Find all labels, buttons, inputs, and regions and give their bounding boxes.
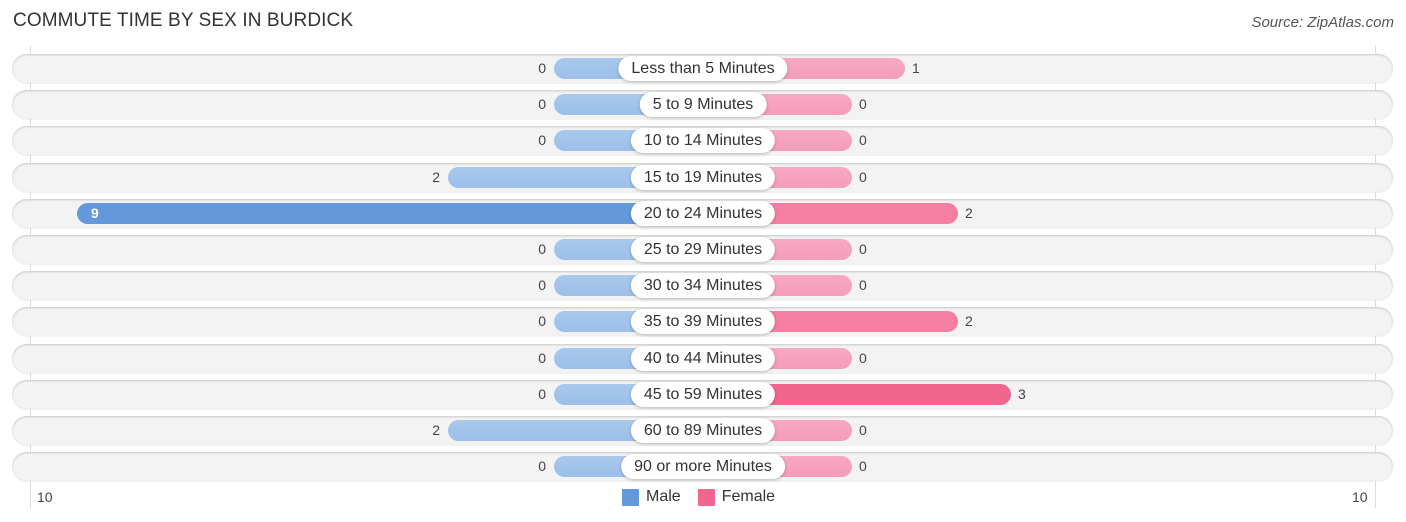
category-label: 35 to 39 Minutes (630, 309, 776, 335)
value-label-female: 0 (859, 277, 867, 294)
axis-label-right: 10 (1352, 489, 1368, 505)
value-label-male: 0 (538, 349, 546, 366)
value-label-female: 0 (859, 349, 867, 366)
bar-male[interactable] (77, 202, 703, 224)
value-label-male: 0 (538, 60, 546, 76)
value-label-male: 0 (538, 132, 546, 149)
legend-swatch-female (697, 488, 715, 506)
value-label-male: 2 (432, 422, 440, 438)
legend-swatch-male (622, 488, 639, 506)
value-label-female: 2 (965, 313, 973, 330)
legend-label-female: Female (721, 488, 776, 505)
category-label: 15 to 19 Minutes (630, 164, 776, 190)
legend-item-male: Male (622, 488, 681, 506)
category-label: 45 to 59 Minutes (630, 381, 776, 407)
value-label-female: 0 (859, 132, 867, 149)
category-label: 30 to 34 Minutes (630, 273, 776, 299)
value-label-female: 0 (859, 96, 867, 113)
category-label: 25 to 29 Minutes (630, 237, 776, 262)
category-label: 5 to 9 Minutes (639, 92, 767, 118)
value-label-male: 0 (538, 313, 546, 330)
category-label: 90 or more Minutes (621, 454, 785, 480)
category-label: 10 to 14 Minutes (630, 128, 776, 154)
value-label-male: 0 (538, 241, 546, 257)
chart-title: COMMUTE TIME BY SEX IN BURDICK (13, 10, 354, 31)
value-label-female: 1 (912, 60, 920, 76)
value-label-male: 2 (432, 168, 440, 185)
value-label-male: 9 (91, 204, 99, 221)
value-label-female: 0 (859, 422, 867, 438)
category-label: Less than 5 Minutes (618, 56, 788, 81)
legend-label-male: Male (646, 488, 681, 505)
category-label: 60 to 89 Minutes (630, 418, 776, 443)
value-label-female: 2 (965, 204, 973, 221)
value-label-female: 0 (859, 458, 867, 475)
value-label-female: 0 (859, 241, 867, 257)
legend-item-female: Female (697, 488, 776, 506)
axis-label-left: 10 (37, 489, 53, 505)
legend: Male Female (622, 488, 792, 506)
value-label-female: 0 (859, 168, 867, 185)
value-label-male: 0 (538, 385, 546, 402)
category-label: 40 to 44 Minutes (630, 345, 776, 371)
value-label-female: 3 (1018, 385, 1026, 402)
category-label: 20 to 24 Minutes (630, 200, 776, 226)
value-label-male: 0 (538, 277, 546, 294)
value-label-male: 0 (538, 96, 546, 113)
source-label: Source: ZipAtlas.com (1251, 14, 1394, 31)
value-label-male: 0 (538, 458, 546, 475)
